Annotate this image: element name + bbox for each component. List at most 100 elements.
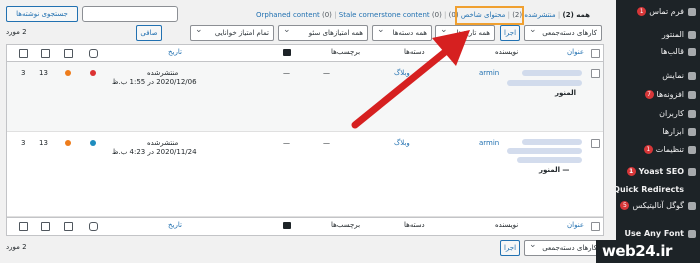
internal-links-icon[interactable] (41, 49, 50, 58)
tags-value: — (323, 69, 330, 77)
incoming-links-icon[interactable] (19, 49, 28, 58)
comments-value: — (283, 69, 290, 77)
readability-dot (65, 70, 71, 76)
sidebar-item-templates[interactable]: قالب‌ها (616, 45, 700, 59)
internal-links-count: 13 (39, 139, 48, 147)
notification-badge: 7 (644, 90, 654, 99)
sidebar-item-quick-redirects[interactable]: Quick Redirects (613, 183, 700, 197)
internal-links-icon[interactable] (41, 222, 50, 231)
bulk-actions-select[interactable]: کارهای دسته‌جمعی (524, 25, 602, 41)
seo-score-icon[interactable] (89, 49, 98, 58)
column-title[interactable]: عنوان (567, 48, 584, 56)
filter-all[interactable]: همه (2) (562, 11, 590, 19)
sidebar-item-settings[interactable]: تنظیمات1 (616, 143, 700, 157)
filter-orphaned[interactable]: Orphaned content (0) (256, 11, 332, 19)
notification-badge: 1 (626, 167, 636, 176)
brush-icon (688, 72, 696, 80)
incoming-links-count: 3 (21, 69, 26, 77)
post-title-suffix: — المنور (539, 166, 570, 174)
comments-value: — (283, 139, 290, 147)
post-status: منتشرشده (147, 139, 179, 147)
select-all-checkbox[interactable] (591, 49, 600, 58)
incoming-links-icon[interactable] (19, 222, 28, 231)
table-header: عنوان نویسنده دسته‌ها برچسب‌ها تاریخ (7, 45, 603, 62)
column-author: نویسنده (495, 221, 519, 229)
author-link[interactable]: armin (479, 139, 499, 147)
tags-value: — (323, 139, 330, 147)
view-filters: همه (2) | منتشرشده (2) | محتوای شاخص (0)… (255, 11, 590, 19)
table-row: — المنور armin وبلاگ — — منتشرشده 2020/1… (7, 132, 603, 217)
settings-icon (688, 146, 696, 154)
sidebar-item-contact-form[interactable]: فرم تماس1 (616, 5, 700, 19)
notification-badge: 1 (637, 7, 647, 16)
post-title-link[interactable] (507, 80, 582, 86)
font-icon (688, 230, 696, 238)
row-checkbox[interactable] (591, 139, 600, 148)
posts-table: عنوان نویسنده دسته‌ها برچسب‌ها تاریخ الم… (6, 44, 604, 236)
sidebar-item-tools[interactable]: ابزارها (616, 125, 700, 139)
column-date[interactable]: تاریخ (168, 48, 182, 56)
readability-dot (65, 140, 71, 146)
sidebar-item-users[interactable]: کاربران (616, 107, 700, 121)
elementor-icon (688, 31, 696, 39)
column-title[interactable]: عنوان (567, 221, 584, 229)
post-title-link[interactable] (517, 157, 582, 163)
post-date: 2020/11/24 در 4:23 ب.ظ (112, 148, 197, 156)
comments-icon[interactable] (283, 49, 291, 56)
folder-icon (688, 48, 696, 56)
bulk-actions-select-bottom[interactable]: کارهای دسته‌جمعی (524, 240, 602, 256)
column-categories: دسته‌ها (404, 221, 425, 229)
sidebar-item-plugins[interactable]: افزونه‌ها7 (616, 88, 700, 102)
chart-icon (688, 202, 696, 210)
red-arrow (351, 30, 470, 129)
incoming-links-count: 3 (21, 139, 26, 147)
seo-score-dot (90, 140, 96, 146)
wrench-icon (688, 128, 696, 136)
arrow-shaft (351, 44, 454, 129)
filter-stale[interactable]: Stale cornerstone content (0) (339, 11, 442, 19)
apply-button[interactable]: اجرا (500, 25, 520, 41)
post-title-suffix: المنور (555, 89, 576, 97)
table-row: المنور armin وبلاگ — — منتشرشده 2020/12/… (7, 62, 603, 132)
post-title-link[interactable] (522, 70, 582, 76)
seo-score-icon[interactable] (89, 222, 98, 231)
plugin-icon (688, 91, 696, 99)
column-date[interactable]: تاریخ (168, 221, 182, 229)
items-count: 2 مورد (6, 28, 27, 36)
category-link[interactable]: وبلاگ (394, 139, 410, 147)
user-icon (688, 110, 696, 118)
seo-score-dot (90, 70, 96, 76)
sidebar-item-yoast[interactable]: Yoast SEO1 (616, 165, 700, 179)
column-author: نویسنده (495, 48, 519, 56)
sidebar-item-appearance[interactable]: نمایش (616, 69, 700, 83)
notification-badge: 5 (620, 201, 630, 210)
post-title-link[interactable] (507, 148, 582, 154)
search-posts-button[interactable]: جستجوی نوشته‌ها (6, 6, 78, 22)
post-title-link[interactable] (522, 139, 582, 145)
readability-icon[interactable] (64, 222, 73, 231)
watermark-logo: web24.ir (596, 240, 700, 263)
sidebar-item-use-any-font[interactable]: Use Any Font (616, 227, 700, 241)
filter-button[interactable]: صافی (136, 25, 162, 41)
mail-icon (688, 8, 696, 16)
yoast-icon (688, 168, 696, 176)
sidebar-item-elementor[interactable]: المنتور (616, 28, 700, 42)
watermark-text: web24.ir (602, 242, 672, 260)
apply-button-bottom[interactable]: اجرا (500, 240, 520, 256)
author-link[interactable]: armin (479, 69, 499, 77)
select-all-checkbox[interactable] (591, 222, 600, 231)
row-checkbox[interactable] (591, 69, 600, 78)
post-date: 2020/12/06 در 1:55 ب.ظ (112, 78, 197, 86)
admin-sidebar: فرم تماس1 المنتور قالب‌ها نمایش افزونه‌ه… (613, 0, 700, 263)
internal-links-count: 13 (39, 69, 48, 77)
items-count-bottom: 2 مورد (6, 243, 27, 251)
table-footer: عنوان نویسنده دسته‌ها برچسب‌ها تاریخ (7, 217, 603, 234)
readability-select[interactable]: تمام امتیاز خوانایی (190, 25, 274, 41)
notification-badge: 1 (643, 145, 653, 154)
sidebar-item-analytics[interactable]: گوگل آنالیتیکس5 (616, 199, 700, 213)
post-status: منتشرشده (147, 69, 179, 77)
comments-icon[interactable] (283, 222, 291, 229)
readability-icon[interactable] (64, 49, 73, 58)
column-tags: برچسب‌ها (331, 221, 361, 229)
search-input[interactable] (82, 6, 178, 22)
